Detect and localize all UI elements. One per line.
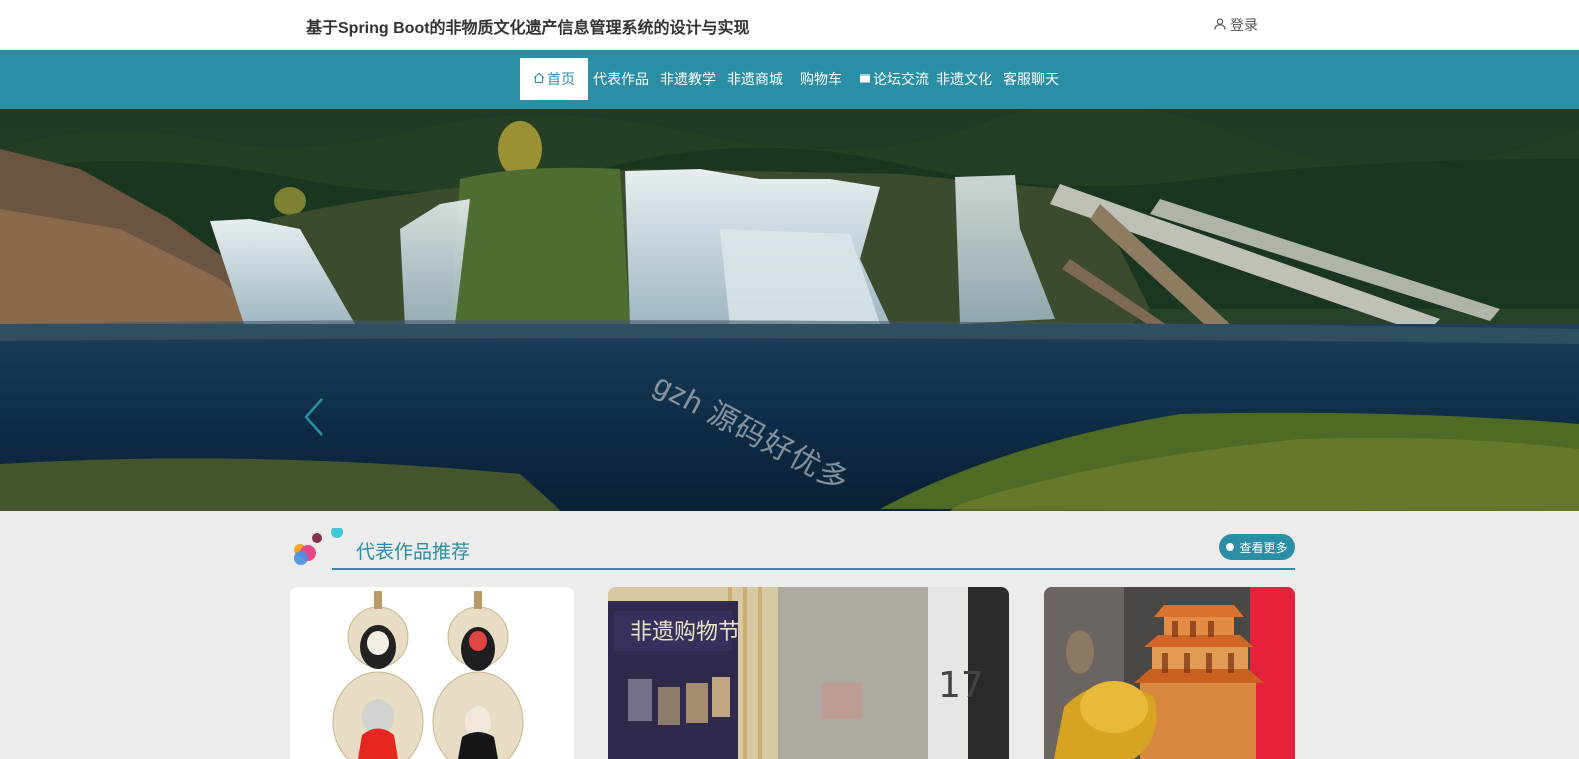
work-card-gourd[interactable] [290, 587, 574, 759]
poster-image: 非遗购物节 17 [608, 587, 1009, 759]
svg-text:17: 17 [938, 665, 984, 706]
gourd-image [290, 587, 574, 759]
nav-label-shop: 非遗商城 [727, 71, 783, 87]
nav-item-works[interactable]: 代表作品 [593, 58, 649, 100]
view-more-label: 查看更多 [1239, 540, 1288, 555]
nav-label-home: 首页 [547, 71, 575, 87]
section-header: 代表作品推荐 查看更多 [290, 528, 1295, 570]
nav-label-culture: 非遗文化 [936, 71, 992, 87]
home-icon [533, 58, 545, 100]
site-title: 基于Spring Boot的非物质文化遗产信息管理系统的设计与实现 [306, 20, 750, 37]
user-icon [1214, 17, 1226, 33]
nav-item-chat[interactable]: 客服聊天 [1003, 58, 1059, 100]
work-card-poster[interactable]: 非遗购物节 17 [608, 587, 1009, 759]
nav-item-cart[interactable]: 购物车 [800, 58, 842, 100]
login-label: 登录 [1230, 17, 1258, 33]
nav-label-cart: 购物车 [800, 71, 842, 87]
section-divider [332, 568, 1295, 570]
banner-carousel[interactable]: gzh 源码好优多 [0, 109, 1579, 511]
nav-label-works: 代表作品 [593, 71, 649, 87]
nav-item-home[interactable]: 首页 [520, 58, 588, 100]
main-nav: 首页 代表作品 非遗教学 非遗商城 购物车 论坛交流 非遗文化 客服聊天 [0, 50, 1579, 109]
work-card-pagoda[interactable] [1044, 587, 1295, 759]
top-header: 基于Spring Boot的非物质文化遗产信息管理系统的设计与实现 登录 [0, 0, 1579, 50]
view-more-button[interactable]: 查看更多 [1219, 534, 1295, 560]
nav-label-teaching: 非遗教学 [660, 71, 716, 87]
section-title: 代表作品推荐 [356, 542, 471, 563]
nav-label-chat: 客服聊天 [1003, 71, 1059, 87]
nav-item-forum[interactable]: 论坛交流 [859, 58, 929, 100]
svg-text:非遗购物节: 非遗购物节 [630, 620, 740, 645]
nav-item-shop[interactable]: 非遗商城 [727, 58, 783, 100]
forum-icon [859, 58, 871, 100]
login-link[interactable]: 登录 [1214, 15, 1258, 35]
carousel-prev-icon[interactable] [302, 397, 326, 437]
nav-item-teaching[interactable]: 非遗教学 [660, 58, 716, 100]
nav-label-forum: 论坛交流 [873, 71, 929, 87]
dot-icon [1226, 543, 1235, 551]
pagoda-image [1044, 587, 1295, 759]
nav-item-culture[interactable]: 非遗文化 [936, 58, 992, 100]
